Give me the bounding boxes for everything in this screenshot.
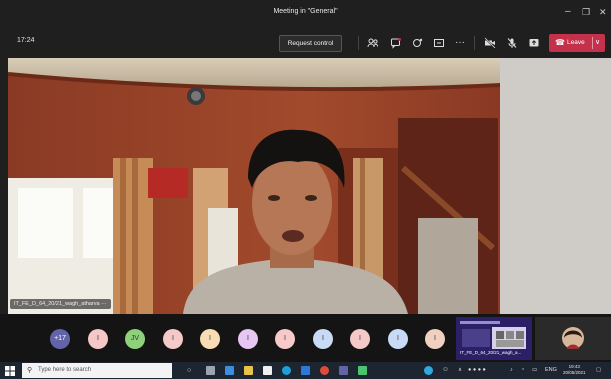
mail-icon[interactable] <box>225 366 234 375</box>
reactions-icon[interactable] <box>412 37 424 49</box>
chevron-down-icon[interactable]: ∨ <box>595 34 600 52</box>
overflow-participants-badge[interactable]: +17 <box>50 329 70 349</box>
share-tray-icon[interactable] <box>433 37 445 49</box>
self-avatar-tile[interactable] <box>535 317 611 360</box>
network-icon[interactable]: ◔ <box>521 366 524 375</box>
language-indicator[interactable]: ENG <box>545 366 557 375</box>
participant-avatar[interactable]: I <box>163 329 183 349</box>
title-bar: Meeting in "General" – ❐ ✕ <box>0 0 611 28</box>
teams-icon[interactable] <box>339 366 348 375</box>
word-icon[interactable] <box>301 366 310 375</box>
participant-avatar[interactable]: I <box>275 329 295 349</box>
participant-avatar[interactable]: I <box>388 329 408 349</box>
toolbar-divider <box>474 36 475 50</box>
chat-icon[interactable] <box>390 37 402 49</box>
leave-button-label: Leave <box>567 39 585 46</box>
task-view-icon[interactable] <box>206 366 215 375</box>
thumbnail-label: IT_FE_D_64_20/21_wagh_a... <box>460 350 522 355</box>
teams-meeting-screen: Meeting in "General" – ❐ ✕ 17:24 Request… <box>0 0 611 379</box>
tray-app-icon[interactable] <box>424 366 433 375</box>
search-icon: ⚲ <box>27 367 33 374</box>
volume-icon[interactable]: ♪ <box>510 366 513 375</box>
participant-avatar[interactable]: I <box>88 329 108 349</box>
battery-icon[interactable]: ▭ <box>532 366 537 375</box>
close-icon[interactable]: ✕ <box>599 6 607 18</box>
toolbar-divider <box>358 36 359 50</box>
participant-avatar[interactable]: JV <box>125 329 145 349</box>
file-explorer-icon[interactable] <box>244 366 253 375</box>
chrome-icon[interactable] <box>320 366 329 375</box>
participant-avatar[interactable]: I <box>238 329 258 349</box>
cortana-icon[interactable]: ○ <box>187 366 191 375</box>
participants-icon[interactable] <box>367 37 379 49</box>
leave-divider <box>592 37 593 49</box>
window-title: Meeting in "General" <box>273 8 338 15</box>
participant-avatar[interactable]: I <box>313 329 333 349</box>
video-participant-label: IT_FE_D_64_20/21_wagh_atharva ··· <box>10 299 111 309</box>
tray-icons[interactable]: ● ● ● ● <box>468 366 486 375</box>
search-placeholder: Type here to search <box>38 367 92 373</box>
people-icon[interactable]: ⚇ <box>443 366 448 375</box>
meeting-toolbar: 17:24 Request control ··· ☎ Leave ∨ <box>0 28 611 58</box>
hang-up-icon: ☎ <box>555 38 565 47</box>
windows-taskbar: ⚲ Type here to search ○ ⚇ ∧ ● ● ● ● ♪ ◔ … <box>0 362 611 379</box>
app-icon[interactable] <box>358 366 367 375</box>
leave-button[interactable]: ☎ Leave ∨ <box>549 34 605 52</box>
more-options-icon[interactable]: ··· <box>454 37 466 49</box>
taskbar-search-box[interactable]: ⚲ Type here to search <box>22 363 172 378</box>
camera-off-icon[interactable] <box>484 37 496 49</box>
store-icon[interactable] <box>263 366 272 375</box>
main-video-feed <box>8 58 611 314</box>
meeting-timer: 17:24 <box>17 37 35 44</box>
taskbar-clock[interactable]: 19:43 20/05/2021 <box>563 364 586 376</box>
windows-start-icon[interactable] <box>5 366 15 376</box>
minimize-icon[interactable]: – <box>565 6 571 18</box>
clock-date: 20/05/2021 <box>563 370 586 375</box>
edge-icon[interactable] <box>282 366 291 375</box>
mic-off-icon[interactable] <box>506 37 518 49</box>
self-avatar-image <box>535 317 611 360</box>
share-icon[interactable] <box>528 37 540 49</box>
video-frame-image <box>8 58 611 314</box>
request-control-button[interactable]: Request control <box>279 35 342 52</box>
notification-icon[interactable]: ▢ <box>596 366 601 375</box>
participant-avatar[interactable]: I <box>350 329 370 349</box>
show-hidden-icons[interactable]: ∧ <box>458 366 462 375</box>
participant-avatar[interactable]: I <box>425 329 445 349</box>
participant-avatar[interactable]: I <box>200 329 220 349</box>
maximize-icon[interactable]: ❐ <box>582 6 590 18</box>
